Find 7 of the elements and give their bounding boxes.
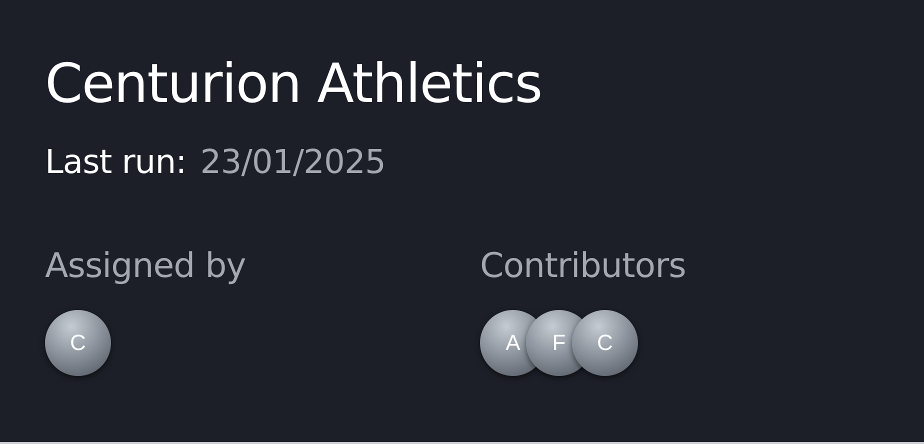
- last-run-date: 23/01/2025: [200, 141, 386, 183]
- contributors-label: Contributors: [480, 245, 687, 288]
- assigned-by-label: Assigned by: [45, 245, 247, 288]
- page-title: Centurion Athletics: [45, 52, 543, 116]
- avatar: C: [45, 310, 111, 376]
- last-run-label: Last run:: [45, 141, 186, 183]
- avatar: C: [572, 310, 638, 376]
